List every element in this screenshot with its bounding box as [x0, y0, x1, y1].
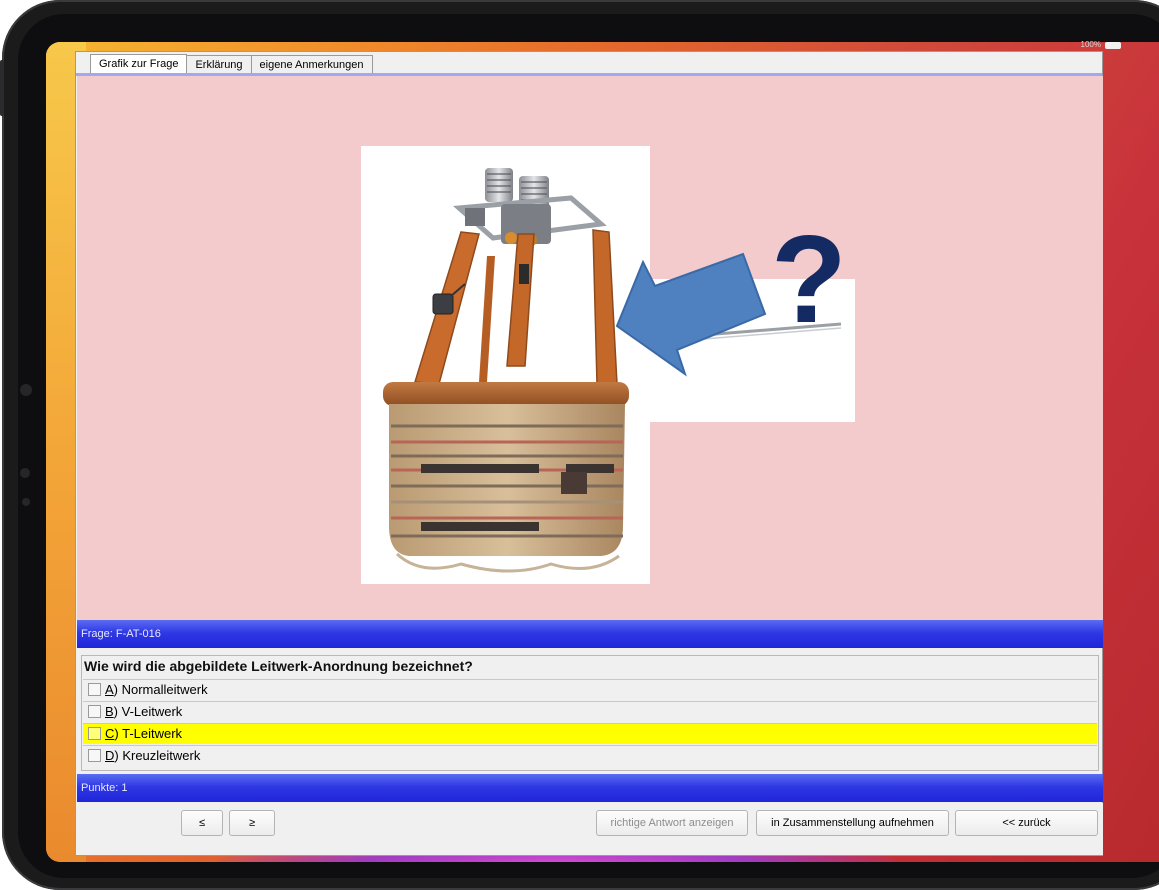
- camera-dot: [20, 384, 32, 396]
- add-to-collection-button[interactable]: in Zusammenstellung aufnehmen: [756, 810, 949, 836]
- answer-a-key: A: [105, 682, 114, 697]
- quiz-window: Grafik zur Frage Erklärung eigene Anmerk…: [75, 51, 1103, 856]
- answer-d-text: ) Kreuzleitwerk: [114, 748, 201, 763]
- question-mark: ?: [771, 211, 847, 349]
- tab-erklaerung[interactable]: Erklärung: [186, 55, 252, 74]
- next-question-button[interactable]: ≥: [229, 810, 275, 836]
- back-button[interactable]: << zurück: [955, 810, 1098, 836]
- answer-d-key: D: [105, 748, 115, 763]
- previous-question-button[interactable]: ≤: [181, 810, 223, 836]
- status-bar: 100%: [1057, 40, 1121, 49]
- points-bar: Punkte: 1: [77, 774, 1103, 802]
- answer-b-key: B: [105, 704, 114, 719]
- answer-b[interactable]: B) V-Leitwerk: [83, 701, 1097, 722]
- question-text: Wie wird die abgebildete Leitwerk-Anordn…: [84, 658, 473, 674]
- answer-a[interactable]: A) Normalleitwerk: [83, 679, 1097, 700]
- basket-rim: [383, 382, 629, 406]
- answer-d-checkbox[interactable]: [88, 749, 101, 762]
- balloon-basket-image: n: [361, 146, 855, 584]
- answer-a-checkbox[interactable]: [88, 683, 101, 696]
- battery-icon: [1105, 42, 1121, 49]
- navigation-bar: ≤ ≥ richtige Antwort anzeigen in Zusamme…: [77, 803, 1103, 855]
- tab-eigene-anmerkungen[interactable]: eigene Anmerkungen: [250, 55, 373, 74]
- question-graphic-panel: n: [77, 76, 1103, 620]
- question-panel: Wie wird die abgebildete Leitwerk-Anordn…: [81, 655, 1099, 771]
- question-id-bar: Frage: F-AT-016: [77, 620, 1103, 648]
- battery-percentage: 100%: [1080, 40, 1101, 49]
- answer-b-checkbox[interactable]: [88, 705, 101, 718]
- answer-b-text: ) V-Leitwerk: [113, 704, 183, 719]
- burner-cylinder: [485, 168, 513, 202]
- sensor-dot: [20, 468, 30, 478]
- sensor-dot-2: [22, 498, 30, 506]
- tab-bar: Grafik zur Frage Erklärung eigene Anmerk…: [90, 54, 373, 75]
- answer-d[interactable]: D) Kreuzleitwerk: [83, 745, 1097, 766]
- answer-a-text: ) Normalleitwerk: [113, 682, 208, 697]
- flight-instrument: [432, 293, 454, 315]
- answer-c-text: ) T-Leitwerk: [114, 726, 183, 741]
- answer-c[interactable]: C) T-Leitwerk: [83, 723, 1097, 744]
- answer-c-checkbox[interactable]: [88, 727, 101, 740]
- tab-grafik-zur-frage[interactable]: Grafik zur Frage: [90, 54, 188, 75]
- volume-button: [0, 60, 4, 116]
- answer-c-key: C: [105, 726, 115, 741]
- show-answer-button[interactable]: richtige Antwort anzeigen: [596, 810, 748, 836]
